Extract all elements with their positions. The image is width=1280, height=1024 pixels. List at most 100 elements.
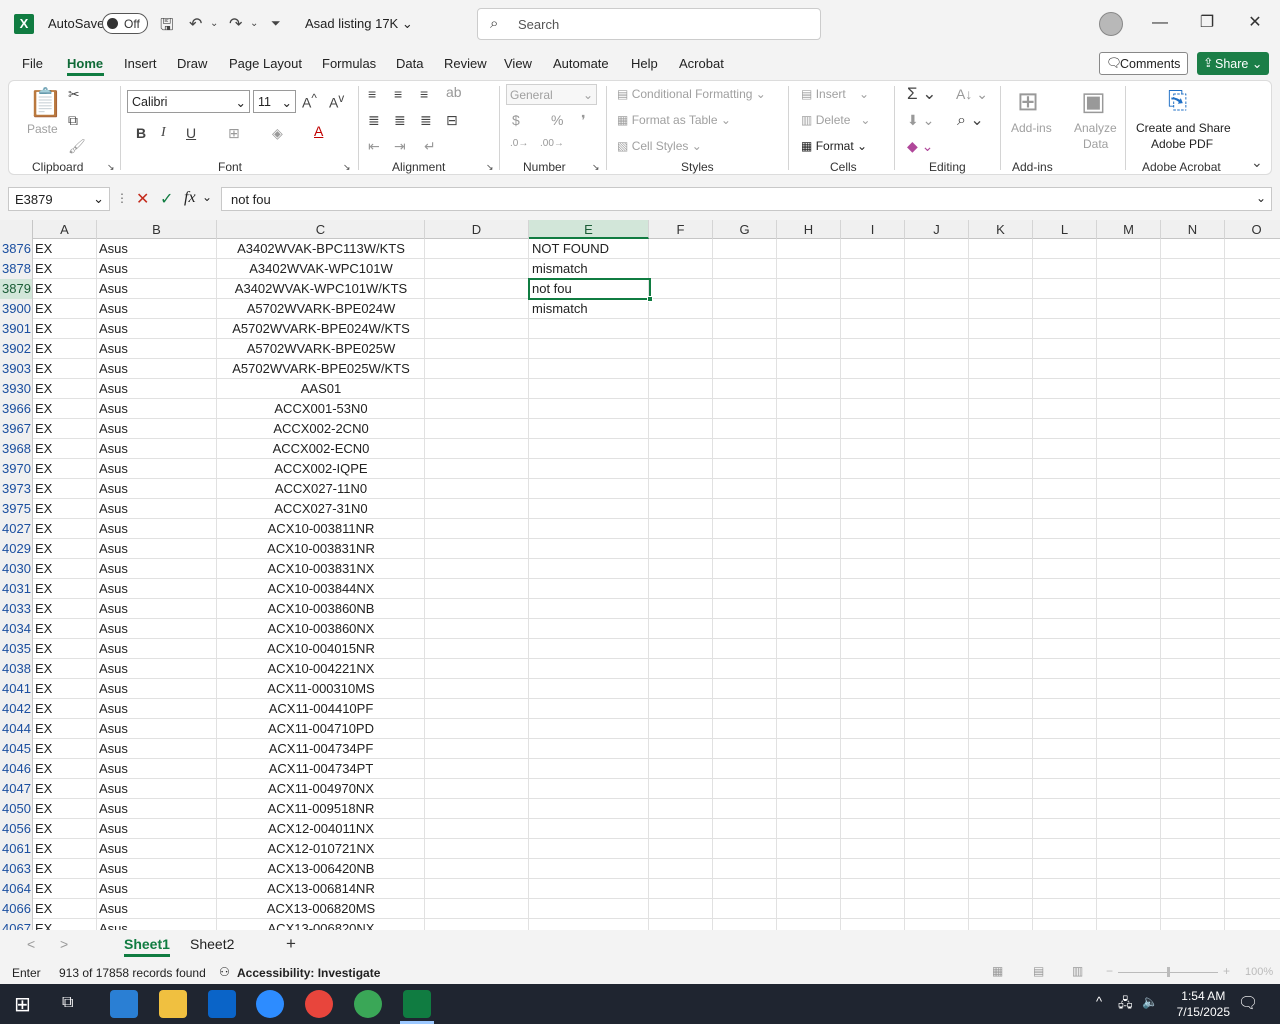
cell-b[interactable]: Asus: [99, 699, 215, 719]
windows-start-icon[interactable]: ⊞: [14, 992, 31, 1017]
cell-e[interactable]: mismatch: [532, 299, 648, 319]
row-header[interactable]: 4031: [0, 579, 33, 599]
cell-e[interactable]: [532, 399, 648, 419]
cell-b[interactable]: Asus: [99, 919, 215, 930]
row-header[interactable]: 4063: [0, 859, 33, 879]
zoom-level[interactable]: 100%: [1245, 966, 1273, 978]
menu-tab-file[interactable]: File: [22, 56, 43, 71]
font-name-select[interactable]: Calibri ⌄: [127, 90, 250, 113]
cell-a[interactable]: EX: [35, 519, 95, 539]
zoom-slider-thumb[interactable]: [1167, 967, 1170, 977]
chevron-down-icon[interactable]: ⌄: [202, 190, 212, 204]
cell-c[interactable]: ACX10-003860NX: [217, 619, 425, 639]
paste-label[interactable]: Paste: [27, 122, 58, 136]
cell-c[interactable]: ACX10-003860NB: [217, 599, 425, 619]
menu-tab-acrobat[interactable]: Acrobat: [679, 56, 724, 71]
row-header[interactable]: 4047: [0, 779, 33, 799]
cell-c[interactable]: ACX11-009518NR: [217, 799, 425, 819]
currency-icon[interactable]: $: [512, 112, 520, 128]
row-header[interactable]: 3930: [0, 379, 33, 399]
conditional-formatting-button[interactable]: ▤ Conditional Formatting ⌄: [617, 87, 766, 101]
alignment-launcher-icon[interactable]: ↘: [486, 162, 494, 173]
format-cells-button[interactable]: ▦ Format ⌄: [801, 139, 867, 153]
cell-a[interactable]: EX: [35, 699, 95, 719]
cell-b[interactable]: Asus: [99, 819, 215, 839]
cell-a[interactable]: EX: [35, 659, 95, 679]
cell-a[interactable]: EX: [35, 679, 95, 699]
cell-a[interactable]: EX: [35, 279, 95, 299]
task-view-icon[interactable]: ⧉: [62, 994, 73, 1012]
decrease-decimal-icon[interactable]: .00→: [540, 138, 564, 149]
cell-a[interactable]: EX: [35, 619, 95, 639]
cell-b[interactable]: Asus: [99, 799, 215, 819]
create-pdf-icon[interactable]: ⎘: [1168, 87, 1187, 115]
cell-e[interactable]: [532, 579, 648, 599]
wrap-text-icon[interactable]: ↵: [424, 138, 436, 155]
column-header-l[interactable]: L: [1033, 220, 1097, 239]
menu-tab-review[interactable]: Review: [444, 56, 487, 71]
row-header[interactable]: 3975: [0, 499, 33, 519]
cell-a[interactable]: EX: [35, 919, 95, 930]
cell-a[interactable]: EX: [35, 259, 95, 279]
cell-a[interactable]: EX: [35, 719, 95, 739]
row-header[interactable]: 3970: [0, 459, 33, 479]
cell-a[interactable]: EX: [35, 799, 95, 819]
menu-tab-view[interactable]: View: [504, 56, 532, 71]
cell-b[interactable]: Asus: [99, 879, 215, 899]
name-box[interactable]: E3879 ⌄: [8, 187, 110, 211]
row-header[interactable]: 4041: [0, 679, 33, 699]
menu-tab-page-layout[interactable]: Page Layout: [229, 56, 302, 71]
cell-a[interactable]: EX: [35, 759, 95, 779]
cell-c[interactable]: ACX11-000310MS: [217, 679, 425, 699]
cell-b[interactable]: Asus: [99, 239, 215, 259]
italic-button[interactable]: I: [161, 125, 166, 141]
column-header-j[interactable]: J: [905, 220, 969, 239]
cell-a[interactable]: EX: [35, 419, 95, 439]
zoom-out-icon[interactable]: −: [1106, 964, 1113, 978]
cell-c[interactable]: ACCX002-IQPE: [217, 459, 425, 479]
cell-b[interactable]: Asus: [99, 859, 215, 879]
cancel-entry-icon[interactable]: ✕: [136, 189, 149, 209]
cell-e[interactable]: [532, 319, 648, 339]
cell-a[interactable]: EX: [35, 639, 95, 659]
row-header[interactable]: 4029: [0, 539, 33, 559]
menu-tab-draw[interactable]: Draw: [177, 56, 207, 71]
cut-icon[interactable]: ✂: [68, 86, 80, 103]
cell-e[interactable]: [532, 519, 648, 539]
cell-c[interactable]: ACX12-010721NX: [217, 839, 425, 859]
cell-e[interactable]: [532, 859, 648, 879]
cell-a[interactable]: EX: [35, 439, 95, 459]
cell-b[interactable]: Asus: [99, 379, 215, 399]
column-header-f[interactable]: F: [649, 220, 713, 239]
expand-formula-icon[interactable]: ⌄: [1256, 191, 1266, 205]
row-header[interactable]: 3876: [0, 239, 33, 259]
cell-e[interactable]: [532, 619, 648, 639]
cell-e[interactable]: [532, 439, 648, 459]
cell-b[interactable]: Asus: [99, 899, 215, 919]
cell-e[interactable]: [532, 359, 648, 379]
row-header[interactable]: 4044: [0, 719, 33, 739]
cell-c[interactable]: ACX13-006420NB: [217, 859, 425, 879]
cell-c[interactable]: ACX11-004734PF: [217, 739, 425, 759]
cell-c[interactable]: ACX10-004015NR: [217, 639, 425, 659]
app-icon-1[interactable]: [110, 990, 138, 1018]
row-header[interactable]: 4035: [0, 639, 33, 659]
row-header[interactable]: 4034: [0, 619, 33, 639]
cell-b[interactable]: Asus: [99, 719, 215, 739]
row-header[interactable]: 3973: [0, 479, 33, 499]
cell-e[interactable]: [532, 699, 648, 719]
cell-c[interactable]: A3402WVAK-WPC101W/KTS: [217, 279, 425, 299]
column-header-k[interactable]: K: [969, 220, 1033, 239]
cell-e[interactable]: [532, 719, 648, 739]
row-header[interactable]: 4046: [0, 759, 33, 779]
percent-icon[interactable]: %: [551, 112, 563, 128]
cell-b[interactable]: Asus: [99, 419, 215, 439]
cell-e[interactable]: [532, 379, 648, 399]
cell-c[interactable]: A5702WVARK-BPE025W: [217, 339, 425, 359]
cell-a[interactable]: EX: [35, 399, 95, 419]
row-header[interactable]: 4033: [0, 599, 33, 619]
spreadsheet-grid[interactable]: ABCDEFGHIJKLMNO 3876 EX Asus A3402WVAK-BPC1…: [0, 220, 1280, 930]
cell-e[interactable]: NOT FOUND: [532, 239, 648, 259]
column-header-e[interactable]: E: [529, 220, 649, 239]
file-explorer-icon[interactable]: [159, 990, 187, 1018]
